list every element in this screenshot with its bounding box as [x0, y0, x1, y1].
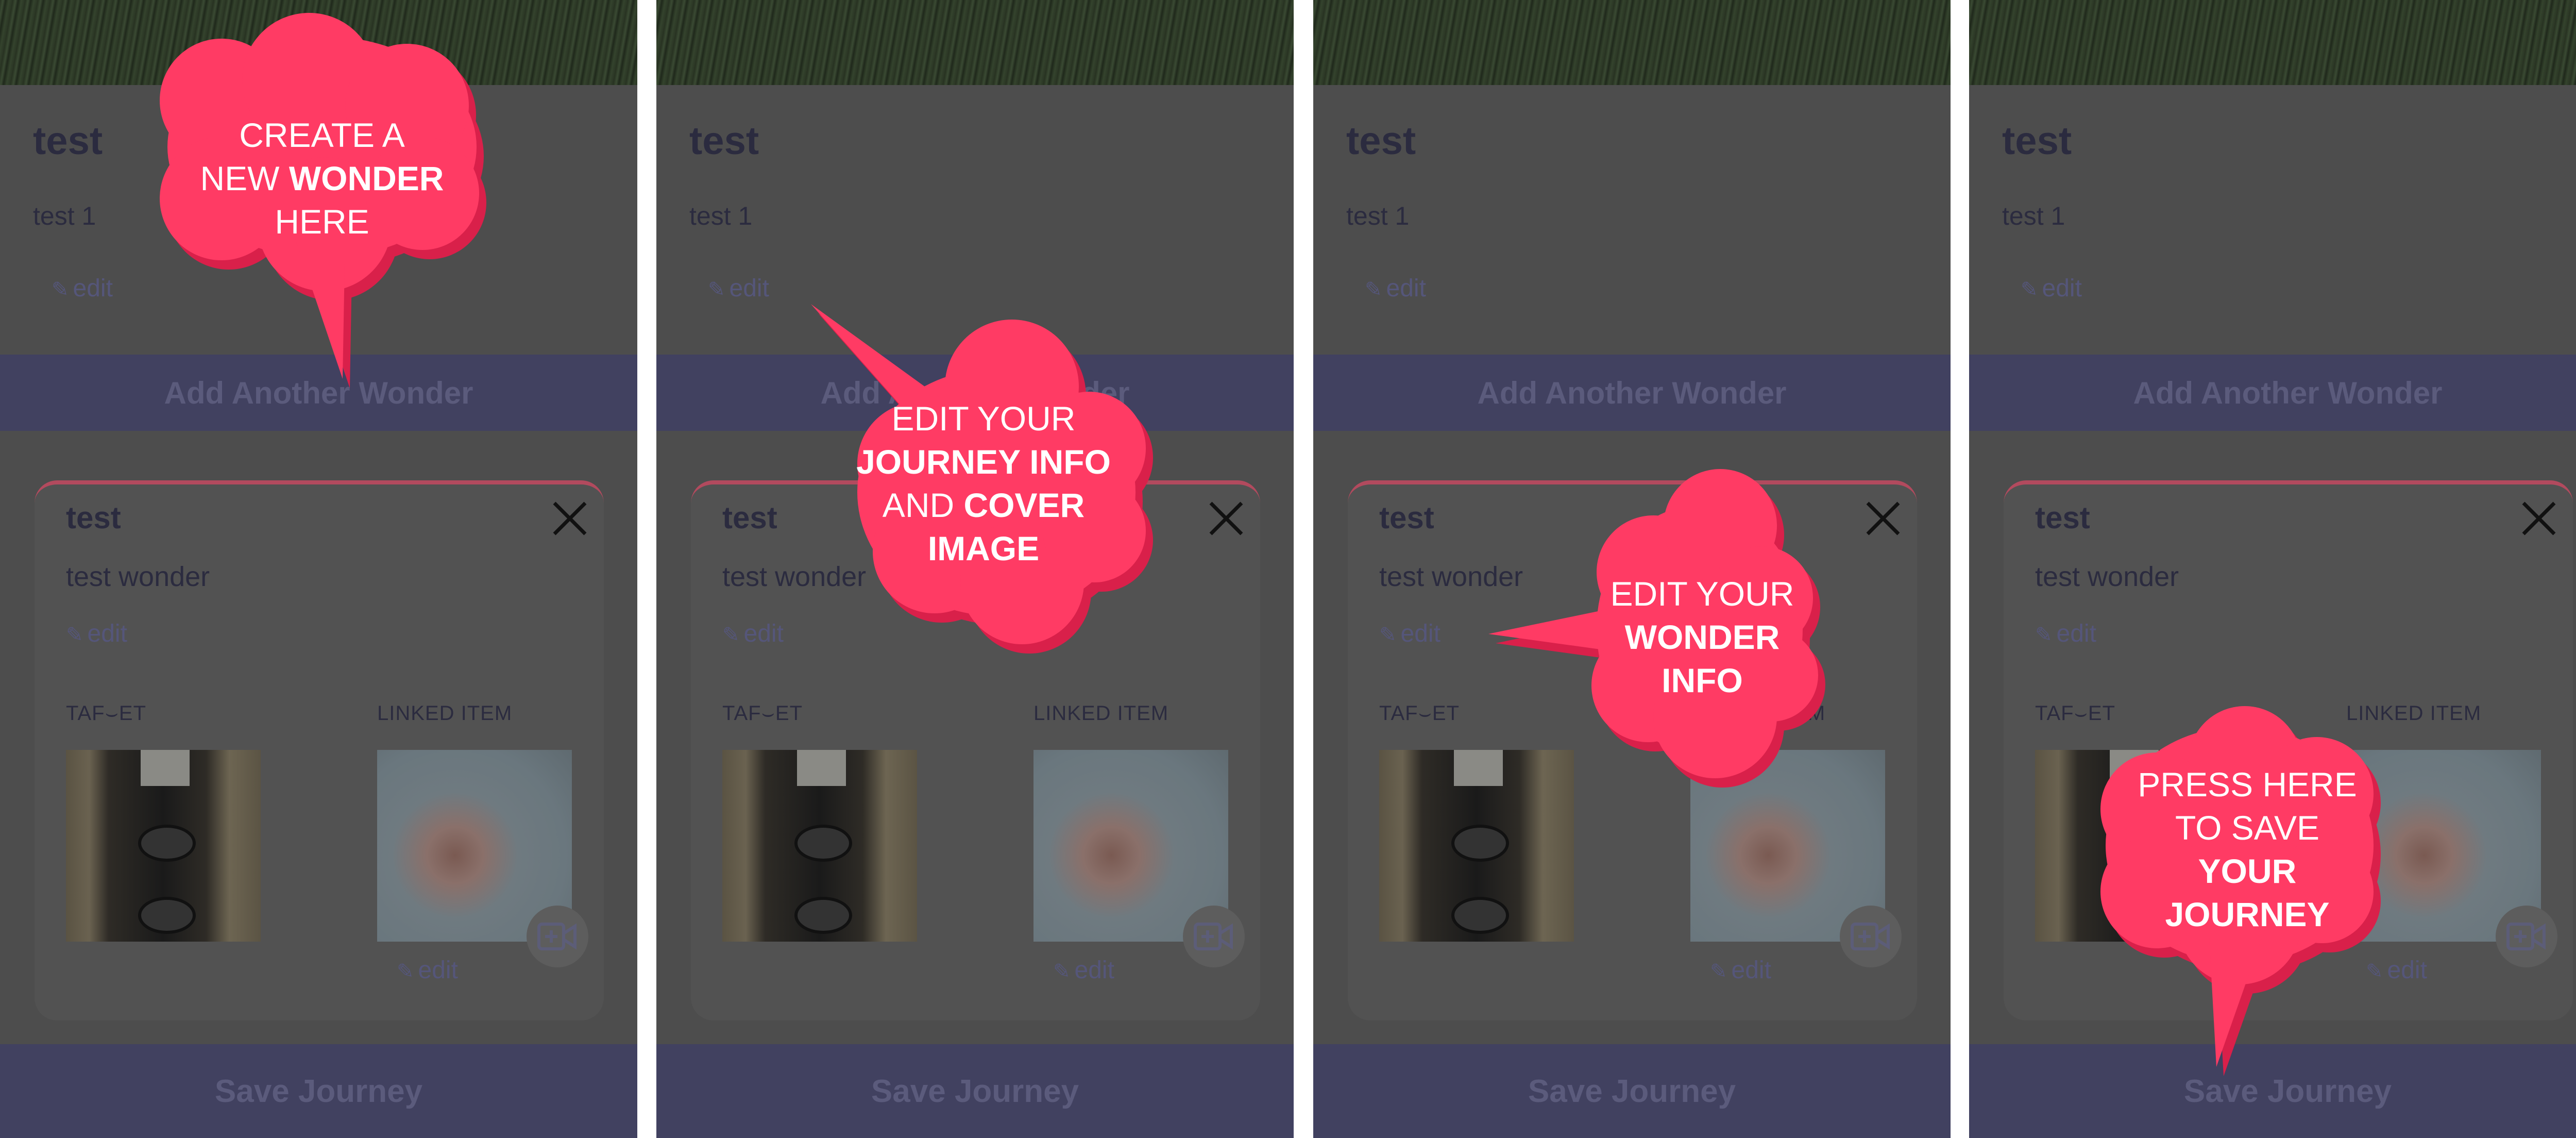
callout-text: PRESS HERE TO SAVE YOUR JOURNEY	[2098, 763, 2397, 936]
tutorial-panel-2: test test 1 ✎edit Add Another Wonder tes…	[656, 0, 1294, 1138]
callout-fragment-bold: INFO	[1662, 661, 1743, 699]
callout-fragment-bold: COVER	[963, 486, 1085, 524]
callout-line: PRESS HERE	[2138, 765, 2357, 804]
callout-line: CREATE A	[239, 116, 405, 154]
tutorial-panel-1: test test 1 ✎ edit Add Another Wonder tes…	[0, 0, 637, 1138]
callout-fragment-bold: WONDER	[1624, 618, 1780, 656]
callout-fragment-bold: JOURNEY	[2165, 895, 2330, 933]
callout-line: EDIT YOUR	[891, 399, 1076, 438]
callout-text: CREATE A NEW WONDER HERE	[155, 113, 489, 243]
callout-fragment: NEW	[200, 159, 289, 197]
callout-fragment-bold: IMAGE	[927, 529, 1040, 567]
callout-text: EDIT YOUR WONDER INFO	[1561, 572, 1844, 702]
callout-fragment-bold: WONDER	[289, 159, 444, 197]
tutorial-panel-4: test test 1 ✎ edit Add Another Wonder tes…	[1969, 0, 2576, 1138]
callout-fragment: AND	[882, 486, 964, 524]
tutorial-panel-3: test test 1 ✎ edit Add Another Wonder tes…	[1313, 0, 1951, 1138]
callout-line: AND COVER	[808, 483, 1159, 527]
callout-line: EDIT YOUR	[1610, 575, 1794, 613]
callout-fragment-bold: JOURNEY INFO	[856, 443, 1111, 481]
callout-text: EDIT YOUR JOURNEY INFO AND COVER IMAGE	[808, 397, 1159, 570]
callout-line: HERE	[275, 203, 369, 241]
callout-line: NEW WONDER	[155, 157, 489, 200]
callout-line: TO SAVE	[2175, 809, 2319, 847]
callout-fragment-bold: YOUR	[2198, 852, 2297, 890]
